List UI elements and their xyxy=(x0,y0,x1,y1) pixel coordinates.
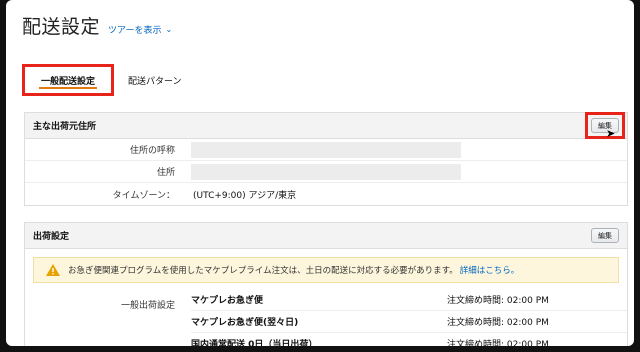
general-shipping-label: 一般出荷設定 xyxy=(120,301,175,311)
chevron-down-icon: ⌄ xyxy=(165,25,173,34)
details-link[interactable]: 詳細はこちら。 xyxy=(460,264,520,276)
address-name-label: 住所の呼称 xyxy=(129,146,175,156)
edit-button-label: 編集 xyxy=(598,231,612,240)
timezone-value: (UTC+9:00) アジア/東京 xyxy=(193,190,297,201)
address-name-value-redacted xyxy=(191,141,461,158)
app-window: 配送設定 ツアーを表示 ⌄ 一般配送設定 配送パターン 主な出荷元住所 編集 ➤… xyxy=(6,0,634,346)
page-title: 配送設定 xyxy=(22,16,101,38)
shipping-option-row: 国内通常配送 0日（当日出荷） 注文締め時間: 02:00 PM xyxy=(191,333,627,346)
tab-general-shipping-label: 一般配送設定 xyxy=(40,76,95,87)
warning-icon xyxy=(46,264,60,276)
shipping-option-name: マケプレお急ぎ便 xyxy=(191,296,264,306)
timezone-row: タイムゾーン： (UTC+9:00) アジア/東京 xyxy=(25,183,627,205)
prime-weekend-alert: お急ぎ便関連プログラムを使用したマケプレプライム注文は、土日の配送に対応する必要… xyxy=(33,257,619,283)
address-name-row: 住所の呼称 xyxy=(25,139,627,161)
shipping-option-name: マケプレお急ぎ便(翌々日) xyxy=(191,318,299,328)
shipping-option-cutoff: 注文締め時間: 02:00 PM xyxy=(447,318,549,328)
address-value-redacted xyxy=(191,163,461,180)
shipping-settings-heading: 出荷設定 xyxy=(33,232,70,242)
shipping-option-list: マケプレお急ぎ便 注文締め時間: 02:00 PM マケプレお急ぎ便(翌々日) … xyxy=(191,289,627,346)
general-shipping-table: 一般出荷設定 マケプレお急ぎ便 注文締め時間: 02:00 PM マケプレお急ぎ… xyxy=(25,289,627,346)
mouse-cursor-icon: ➤ xyxy=(606,127,616,140)
tab-shipping-templates-label: 配送パターン xyxy=(128,76,182,87)
timezone-label: タイムゾーン： xyxy=(112,190,175,201)
shipping-option-cutoff: 注文締め時間: 02:00 PM xyxy=(447,340,549,346)
shipping-settings-header: 出荷設定 編集 xyxy=(25,223,627,249)
address-row: 住所 xyxy=(25,161,627,183)
edit-highlight: 編集 ➤ xyxy=(585,112,625,140)
address-label: 住所 xyxy=(156,168,175,178)
tour-link[interactable]: ツアーを表示 ⌄ xyxy=(108,23,172,36)
main-address-header: 主な出荷元住所 編集 ➤ xyxy=(25,112,627,140)
tab-general-shipping[interactable]: 一般配送設定 xyxy=(22,64,114,96)
main-address-heading: 主な出荷元住所 xyxy=(33,122,97,132)
shipping-option-name: 国内通常配送 0日（当日出荷） xyxy=(191,340,318,346)
shipping-option-row: マケプレお急ぎ便(翌々日) 注文締め時間: 02:00 PM xyxy=(191,311,627,333)
tab-shipping-templates[interactable]: 配送パターン xyxy=(128,74,182,87)
alert-text: お急ぎ便関連プログラムを使用したマケプレプライム注文は、土日の配送に対応する必要… xyxy=(68,266,458,276)
shipping-option-cutoff: 注文締め時間: 02:00 PM xyxy=(447,296,549,306)
main-address-panel: 主な出荷元住所 編集 ➤ 住所の呼称 住所 タイムゾーン： (UTC+9:00)… xyxy=(24,112,628,206)
shipping-option-row: マケプレお急ぎ便 注文締め時間: 02:00 PM xyxy=(191,289,627,311)
title-row: 配送設定 ツアーを表示 ⌄ xyxy=(22,12,172,39)
shipping-settings-panel: 出荷設定 編集 お急ぎ便関連プログラムを使用したマケプレプライム注文は、土日の配… xyxy=(24,222,628,346)
tab-bar: 一般配送設定 配送パターン xyxy=(22,64,182,96)
shipping-settings-edit-button[interactable]: 編集 xyxy=(591,228,619,243)
tour-link-label: ツアーを表示 xyxy=(108,26,162,36)
